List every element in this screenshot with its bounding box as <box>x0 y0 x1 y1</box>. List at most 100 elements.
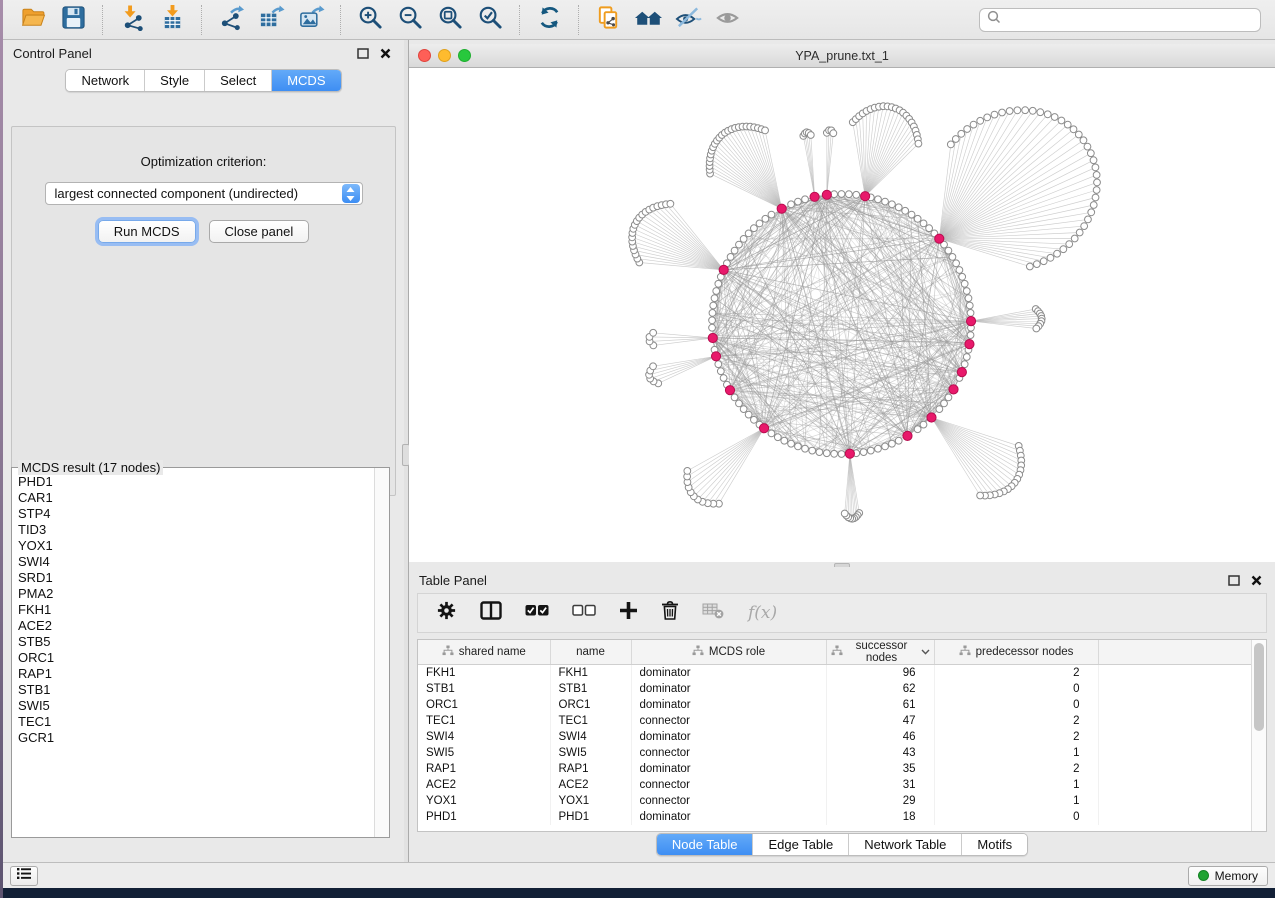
mcds-result-item[interactable]: YOX1 <box>18 538 373 554</box>
export-table-button[interactable] <box>251 4 291 36</box>
table-row[interactable]: FKH1FKH1dominator962 <box>418 665 1251 681</box>
float-table-panel-button[interactable] <box>1225 571 1243 589</box>
mcds-result-item[interactable]: PMA2 <box>18 586 373 602</box>
add-column-button[interactable] <box>619 601 638 625</box>
table-row[interactable]: ACE2ACE2connector311 <box>418 777 1251 793</box>
close-panel-button[interactable] <box>376 44 394 62</box>
window-close-button[interactable] <box>418 49 431 62</box>
delete-column-button[interactable] <box>661 600 679 626</box>
mcds-result-item[interactable]: STB1 <box>18 682 373 698</box>
network-window-titlebar[interactable]: YPA_prune.txt_1 <box>409 44 1275 68</box>
refresh-button[interactable] <box>529 4 569 36</box>
network-canvas[interactable] <box>409 68 1275 562</box>
control-panel-tabs: NetworkStyleSelectMCDS <box>65 69 341 92</box>
mcds-panel: Optimization criterion: largest connecte… <box>11 126 396 496</box>
close-table-panel-button[interactable] <box>1247 571 1265 589</box>
mcds-result-item[interactable]: FKH1 <box>18 602 373 618</box>
export-image-button[interactable] <box>291 4 331 36</box>
show-eye-button[interactable] <box>708 4 748 36</box>
mcds-result-list[interactable]: PHD1CAR1STP4TID3YOX1SWI4SRD1PMA2FKH1ACE2… <box>13 474 373 836</box>
column-header-predecessor-nodes[interactable]: predecessor nodes <box>934 640 1098 665</box>
tab-mcds[interactable]: MCDS <box>271 70 340 91</box>
column-header-MCDS-role[interactable]: MCDS role <box>631 640 826 665</box>
table-row[interactable]: YOX1YOX1connector291 <box>418 793 1251 809</box>
table-scrollbar-thumb[interactable] <box>1254 643 1264 731</box>
search-icon <box>986 9 1002 30</box>
zoom-out-button[interactable] <box>390 4 430 36</box>
table-settings-button[interactable] <box>436 600 457 626</box>
mcds-result-item[interactable]: TID3 <box>18 522 373 538</box>
gear-icon <box>436 600 457 626</box>
mcds-result-item[interactable]: SWI5 <box>18 698 373 714</box>
tab-motifs[interactable]: Motifs <box>961 834 1027 855</box>
close-mcds-panel-button[interactable]: Close panel <box>209 220 310 243</box>
tree-icon <box>442 645 454 659</box>
table-row[interactable]: RAP1RAP1dominator352 <box>418 761 1251 777</box>
mcds-result-item[interactable]: SWI4 <box>18 554 373 570</box>
memory-button[interactable]: Memory <box>1188 866 1268 886</box>
window-maximize-button[interactable] <box>458 49 471 62</box>
window-minimize-button[interactable] <box>438 49 451 62</box>
result-scrollbar[interactable] <box>374 468 389 837</box>
zoom-selected-button[interactable] <box>470 4 510 36</box>
mcds-result-item[interactable]: TEC1 <box>18 714 373 730</box>
zoom-in-button[interactable] <box>350 4 390 36</box>
save-icon <box>60 4 87 36</box>
mcds-result-item[interactable]: ACE2 <box>18 618 373 634</box>
open-file-button[interactable] <box>13 4 53 36</box>
column-header-shared-name[interactable]: shared name <box>418 640 550 665</box>
table-row[interactable]: TEC1TEC1connector472 <box>418 713 1251 729</box>
show-all-networks-button[interactable] <box>628 4 668 36</box>
tab-select[interactable]: Select <box>204 70 271 91</box>
zoom-out-icon <box>397 4 424 36</box>
network-graph[interactable] <box>409 68 1275 562</box>
show-columns-button[interactable] <box>480 601 502 625</box>
tab-network-table[interactable]: Network Table <box>848 834 961 855</box>
save-session-button[interactable] <box>53 4 93 36</box>
table-row[interactable]: PHD1PHD1dominator180 <box>418 809 1251 825</box>
hide-selected-button[interactable] <box>668 4 708 36</box>
duplicate-network-button[interactable] <box>588 4 628 36</box>
tab-style[interactable]: Style <box>144 70 204 91</box>
import-table-button[interactable] <box>152 4 192 36</box>
tab-node-table[interactable]: Node Table <box>657 834 753 855</box>
tab-edge-table[interactable]: Edge Table <box>752 834 848 855</box>
node-table[interactable]: shared namenameMCDS rolesuccessor nodesp… <box>418 640 1251 825</box>
float-panel-button[interactable] <box>354 44 372 62</box>
memory-status-icon <box>1198 870 1209 881</box>
search-input[interactable] <box>1002 13 1254 27</box>
export-network-button[interactable] <box>211 4 251 36</box>
zoom-fit-button[interactable] <box>430 4 470 36</box>
tab-network[interactable]: Network <box>66 70 144 91</box>
mcds-result-item[interactable]: CAR1 <box>18 490 373 506</box>
table-row[interactable]: SWI4SWI4dominator462 <box>418 729 1251 745</box>
table-row[interactable]: SWI5SWI5connector431 <box>418 745 1251 761</box>
table-row[interactable]: ORC1ORC1dominator610 <box>418 697 1251 713</box>
criterion-dropdown[interactable]: largest connected component (undirected) <box>45 182 363 205</box>
mcds-result-item[interactable]: RAP1 <box>18 666 373 682</box>
mcds-result-item[interactable]: GCR1 <box>18 730 373 746</box>
export-image-icon <box>298 4 325 36</box>
tree-icon <box>831 645 843 659</box>
import-network-button[interactable] <box>112 4 152 36</box>
mcds-result-item[interactable]: PHD1 <box>18 474 373 490</box>
task-history-button[interactable] <box>10 866 38 886</box>
column-header-successor-nodes[interactable]: successor nodes <box>826 640 934 665</box>
mcds-result-item[interactable]: SRD1 <box>18 570 373 586</box>
mcds-result-item[interactable]: STB5 <box>18 634 373 650</box>
mcds-result-item[interactable]: STP4 <box>18 506 373 522</box>
mcds-result-item[interactable]: ORC1 <box>18 650 373 666</box>
unchecked-boxes-icon <box>572 604 596 622</box>
table-scrollbar[interactable] <box>1251 640 1266 831</box>
table-row[interactable]: STB1STB1dominator620 <box>418 681 1251 697</box>
deselect-all-button[interactable] <box>572 604 596 622</box>
search-box[interactable] <box>979 8 1261 32</box>
select-all-button[interactable] <box>525 604 549 622</box>
plus-icon <box>619 601 638 625</box>
toolbar-separator <box>201 5 202 35</box>
zoom-in-icon <box>357 4 384 36</box>
run-mcds-button[interactable]: Run MCDS <box>98 220 196 243</box>
checked-boxes-icon <box>525 604 549 622</box>
table-header-row[interactable]: shared namenameMCDS rolesuccessor nodesp… <box>418 640 1251 665</box>
column-header-name[interactable]: name <box>550 640 631 665</box>
